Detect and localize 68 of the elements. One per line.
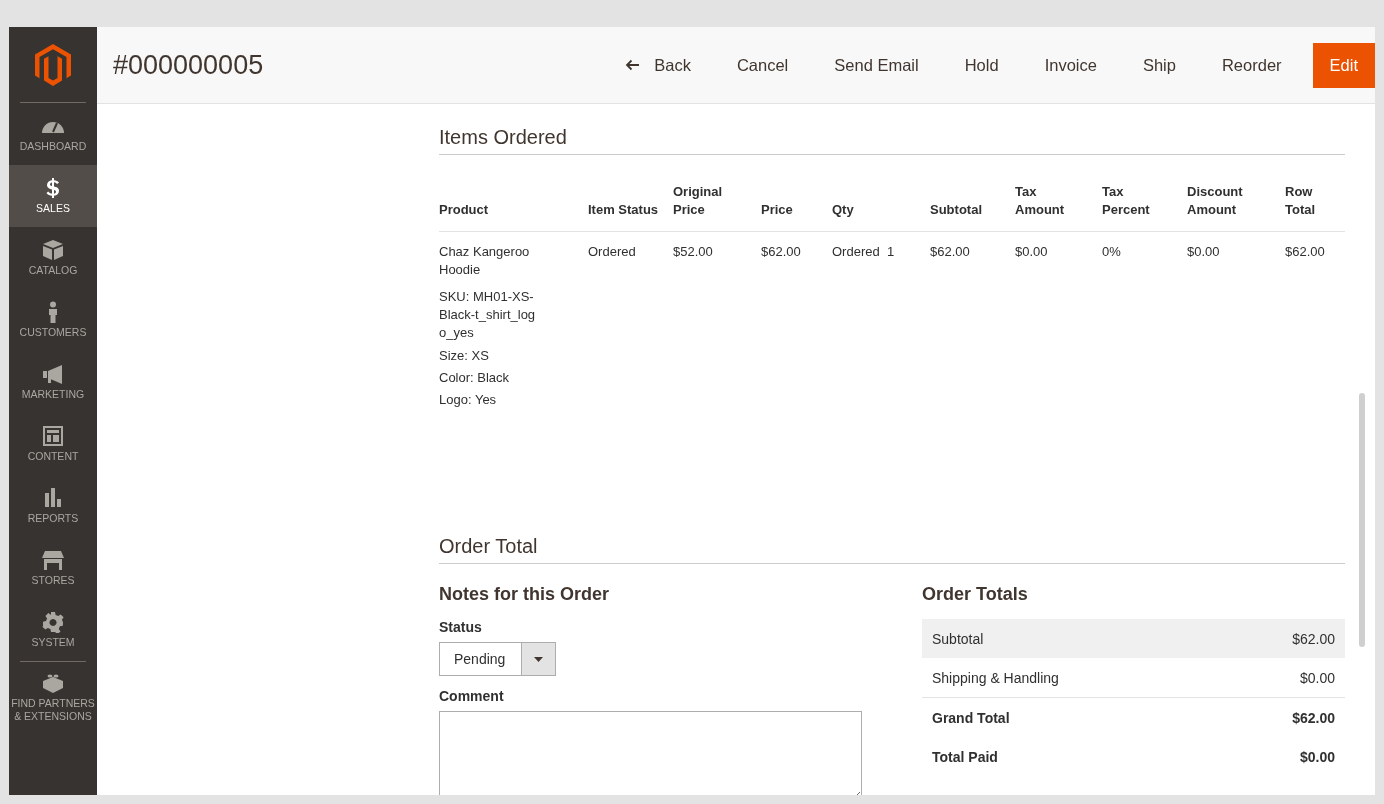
action-button[interactable]: Send Email: [811, 42, 942, 88]
product-option: Color: Black: [439, 369, 549, 387]
box-icon: [41, 239, 65, 261]
action-button[interactable]: Reorder: [1198, 42, 1305, 88]
column-header: Item Status: [588, 201, 660, 219]
layout-icon: [41, 425, 65, 447]
nav-item[interactable]: CATALOG: [9, 227, 97, 289]
arrow-icon: [625, 59, 641, 71]
section-title: Items Ordered: [439, 126, 1345, 155]
section-title: Order Total: [439, 535, 1345, 564]
page-title: #000000005: [113, 49, 265, 81]
totals-label: Total Paid: [932, 748, 998, 765]
logo-icon: [35, 43, 71, 86]
comment-label: Comment: [439, 688, 505, 704]
column-header: Tax Amount: [1015, 183, 1066, 219]
notes-title: Notes for this Order: [439, 584, 611, 605]
nav-item[interactable]: SALES: [9, 165, 97, 227]
megaphone-icon: [41, 363, 65, 385]
table-cell-text: $52.00: [673, 243, 714, 261]
nav-item[interactable]: REPORTS: [9, 475, 97, 537]
nav-item[interactable]: SYSTEM: [9, 599, 97, 661]
column-header: Row Total: [1285, 183, 1317, 219]
totals-label: Subtotal: [932, 630, 984, 647]
nav-item[interactable]: CONTENT: [9, 413, 97, 475]
product-name: Chaz Kangeroo Hoodie: [439, 243, 531, 279]
column-header: Discount Amount: [1187, 183, 1244, 219]
totals-value: $0.00: [1299, 669, 1335, 686]
store-icon: [41, 549, 65, 571]
totals-label: Grand Total: [932, 709, 1010, 726]
table-cell-text: $62.00: [761, 243, 802, 261]
product-option: Logo: Yes: [439, 391, 549, 409]
table-cell-text: Ordered: [588, 243, 637, 261]
back-button[interactable]: Back: [602, 42, 714, 88]
table-cell-text: 0%: [1102, 243, 1122, 261]
totals-label: Shipping & Handling: [932, 669, 1059, 686]
column-header: Qty: [832, 201, 855, 219]
edit-button[interactable]: Edit: [1312, 42, 1375, 88]
table-cell-text: Ordered 1: [832, 243, 896, 261]
scrollbar-thumb[interactable]: [1359, 393, 1365, 647]
totals-title: Order Totals: [922, 584, 1029, 605]
comment-field[interactable]: [439, 711, 862, 795]
table-cell-text: $0.00: [1015, 243, 1049, 261]
nav-item[interactable]: MARKETING: [9, 351, 97, 413]
totals-value: $0.00: [1299, 748, 1335, 765]
action-button[interactable]: Cancel: [713, 42, 812, 88]
product-option: Size: XS: [439, 347, 549, 365]
column-header: Product: [439, 201, 490, 219]
table-cell-text: $62.00: [1285, 243, 1326, 261]
action-button[interactable]: Hold: [941, 42, 1022, 88]
nav-item[interactable]: CUSTOMERS: [9, 289, 97, 351]
status-label: Status: [439, 619, 483, 635]
settings-icon: [41, 611, 65, 633]
caret-icon: [534, 656, 543, 662]
column-header: Tax Percent: [1102, 183, 1151, 219]
action-button[interactable]: Ship: [1119, 42, 1199, 88]
table-cell-text: $0.00: [1187, 243, 1221, 261]
nav-item[interactable]: DASHBOARD: [9, 103, 97, 165]
column-header: Subtotal: [930, 201, 983, 219]
status-select[interactable]: Pending: [439, 642, 556, 676]
nav-item[interactable]: STORES: [9, 537, 97, 599]
nav-item[interactable]: FIND PARTNERS & EXTENSIONS: [9, 662, 97, 732]
column-header: Original Price: [673, 183, 724, 219]
product-sku: SKU: MH01-XS-Black-t_shirt_logo_yes: [439, 288, 537, 342]
totals-value: $62.00: [1292, 630, 1335, 647]
action-button[interactable]: Invoice: [1021, 42, 1120, 88]
totals-value: $62.00: [1292, 709, 1335, 726]
column-header: Price: [761, 201, 794, 219]
table-cell-text: $62.00: [930, 243, 971, 261]
